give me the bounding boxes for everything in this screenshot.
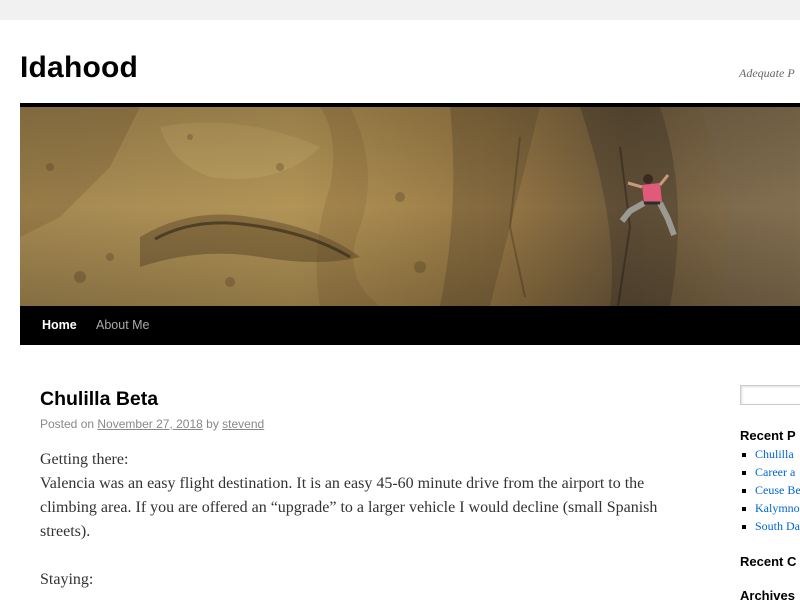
site-title[interactable]: Idahood xyxy=(20,50,138,86)
archives-title: Archives xyxy=(740,588,795,600)
nav-item-about-me[interactable]: About Me xyxy=(96,306,150,345)
post-paragraph-getting-there: Getting there: Valencia was an easy flig… xyxy=(40,451,658,540)
search-input[interactable] xyxy=(740,385,800,405)
recent-post-link[interactable]: Career a xyxy=(755,465,795,479)
main-navigation: Home About Me xyxy=(20,306,800,345)
posted-on-label: Posted on xyxy=(40,417,95,431)
post-title[interactable]: Chulilla Beta xyxy=(40,387,158,411)
list-item: South Da xyxy=(740,517,800,535)
header-image-rock-climber xyxy=(20,107,800,306)
nav-item-home[interactable]: Home xyxy=(42,306,77,345)
list-item: Chulilla xyxy=(740,445,800,463)
recent-posts-title: Recent P xyxy=(740,428,796,443)
page-wrapper: Idahood Adequate P Home About Me Chulill… xyxy=(0,20,800,600)
recent-post-link[interactable]: Kalymno xyxy=(755,501,800,515)
header-image xyxy=(20,107,800,306)
post-content: Getting there: Valencia was an easy flig… xyxy=(40,448,690,600)
recent-post-link[interactable]: Ceuse Be xyxy=(755,483,800,497)
list-item: Career a xyxy=(740,463,800,481)
list-item: Ceuse Be xyxy=(740,481,800,499)
recent-comments-title: Recent C xyxy=(740,554,797,569)
recent-posts-list: Chulilla Career a Ceuse Be Kalymno South… xyxy=(740,445,800,535)
post-paragraph-staying: Staying: xyxy=(40,571,94,588)
site-description: Adequate P xyxy=(739,66,795,80)
post-meta: Posted on November 27, 2018 by stevend xyxy=(40,416,264,432)
recent-post-link[interactable]: South Da xyxy=(755,519,800,533)
author-link[interactable]: stevend xyxy=(222,417,264,431)
recent-post-link[interactable]: Chulilla xyxy=(755,447,794,461)
post-date-link[interactable]: November 27, 2018 xyxy=(97,417,202,431)
list-item: Kalymno xyxy=(740,499,800,517)
by-label: by xyxy=(206,417,219,431)
